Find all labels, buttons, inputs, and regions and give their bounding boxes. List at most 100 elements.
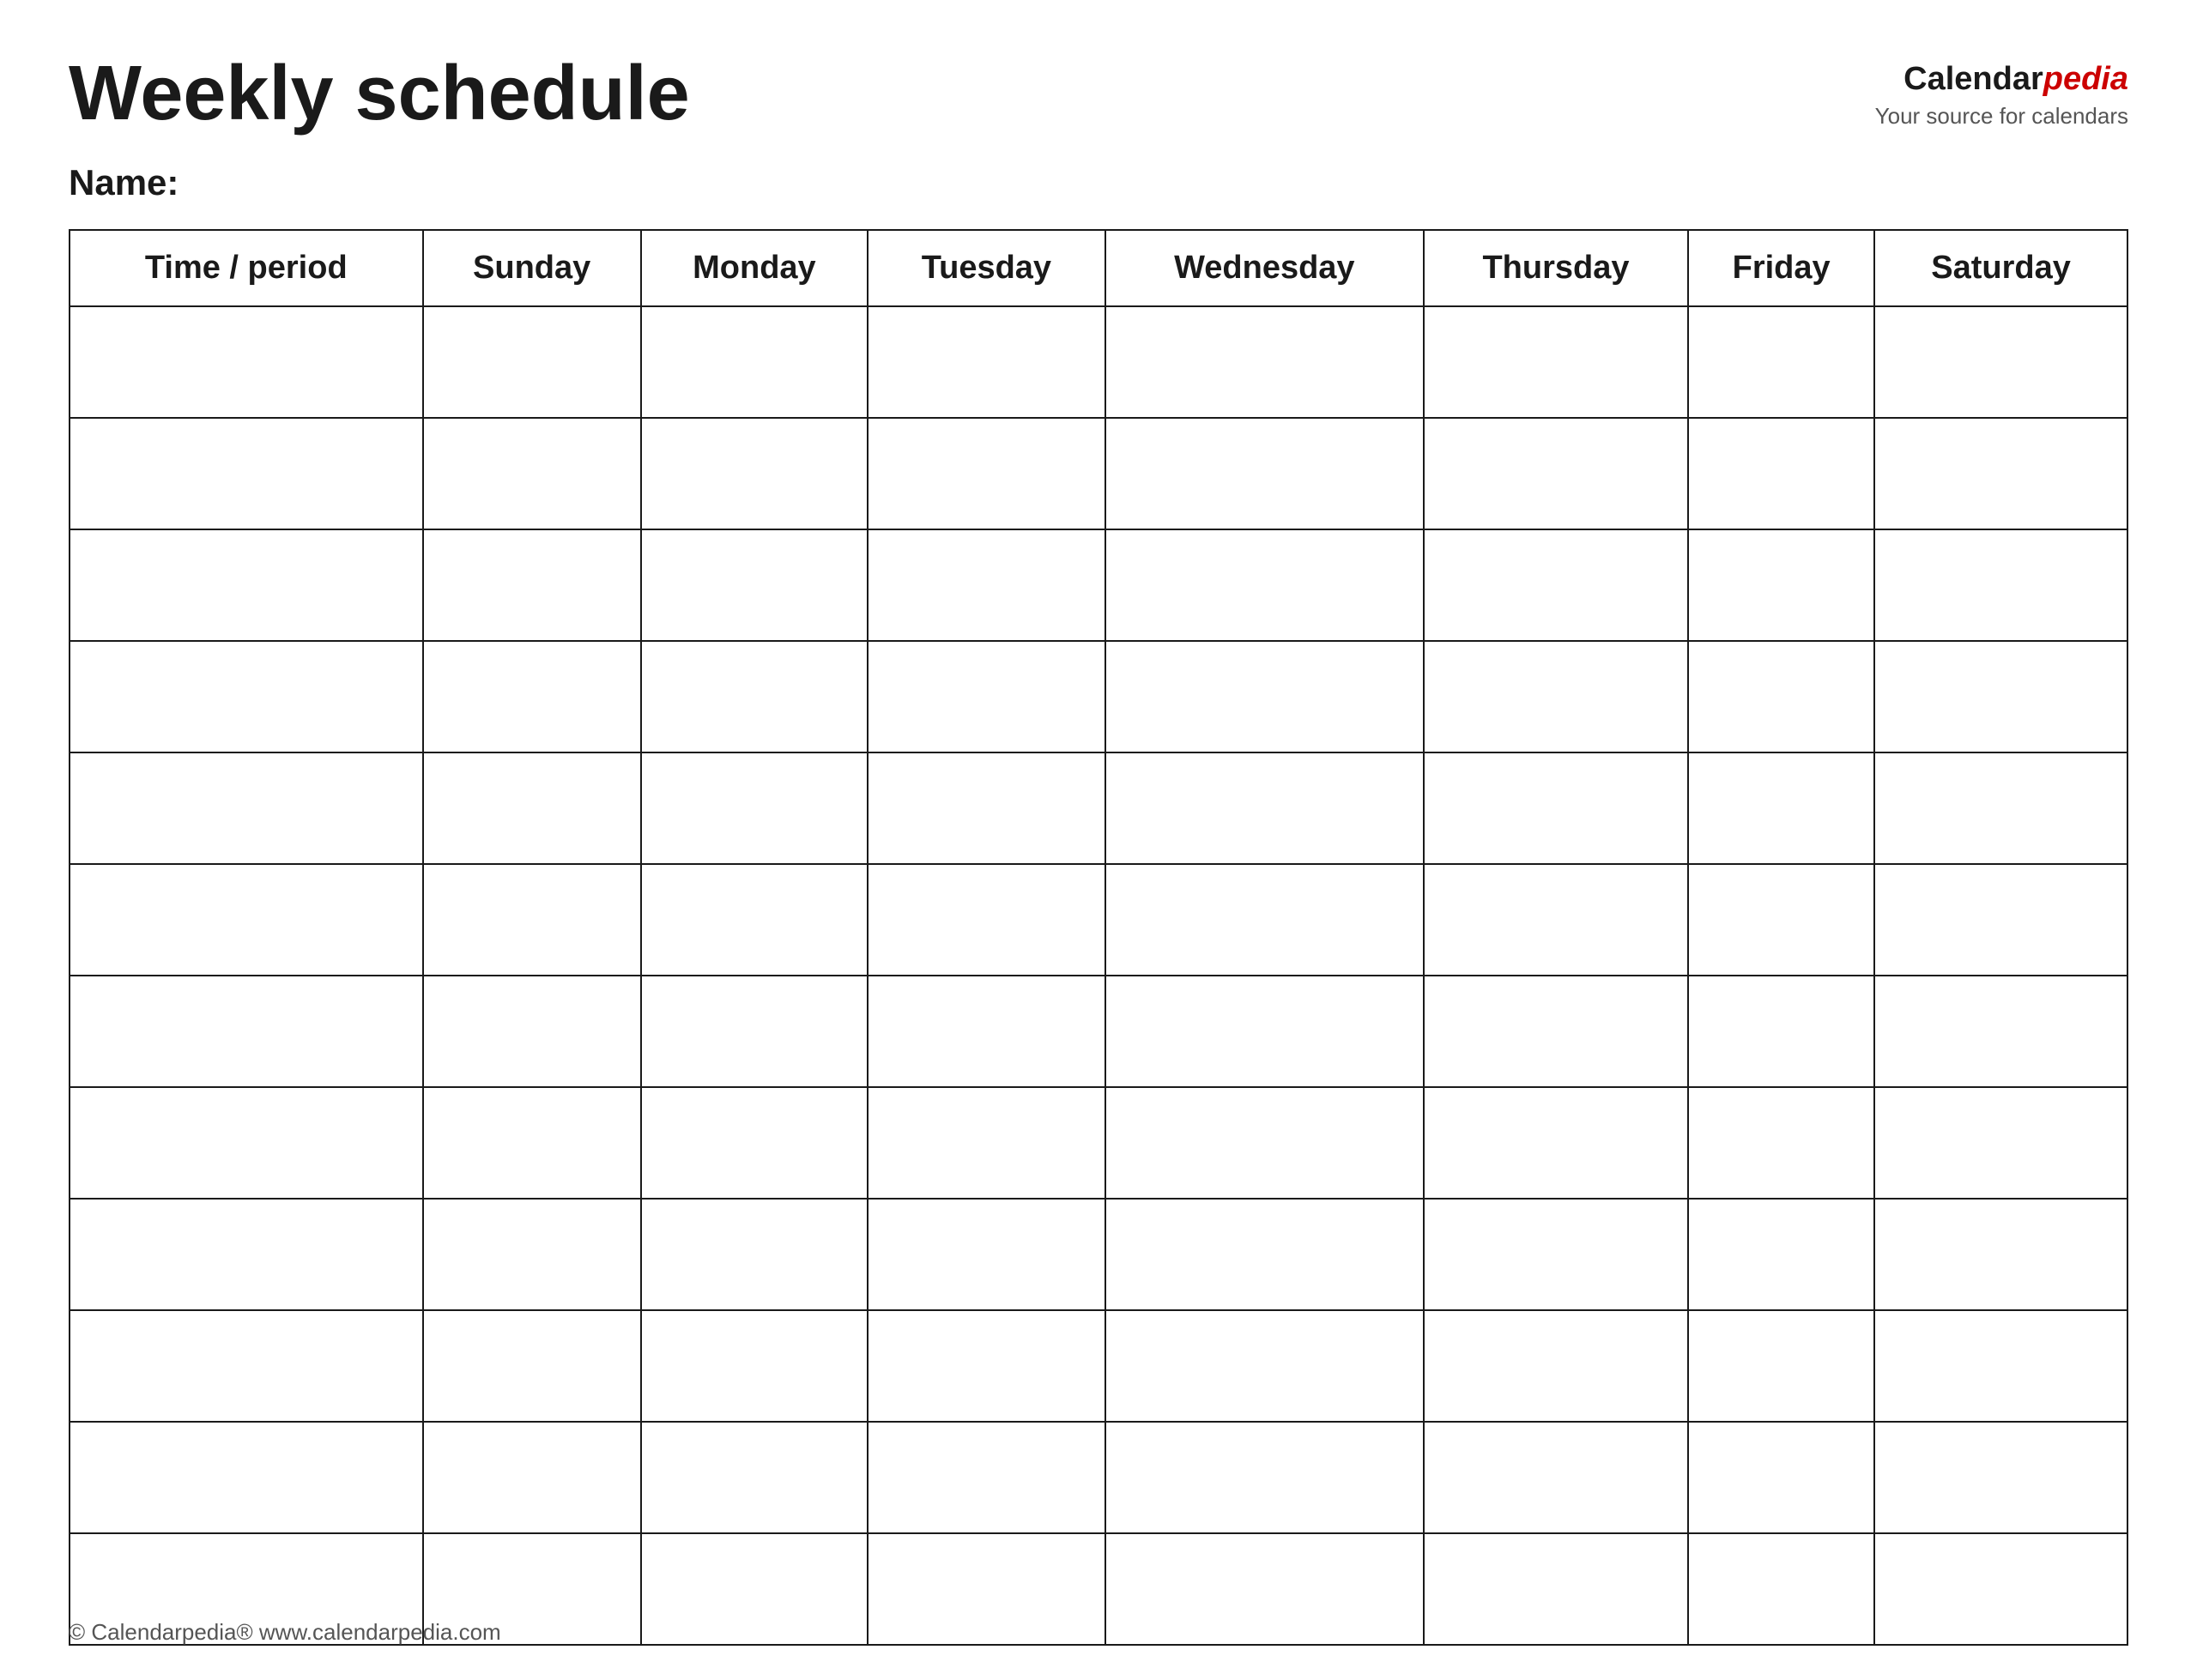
table-cell[interactable]	[641, 1422, 868, 1533]
table-cell[interactable]	[1105, 976, 1424, 1087]
table-cell[interactable]	[641, 752, 868, 864]
table-cell[interactable]	[868, 1422, 1105, 1533]
table-cell[interactable]	[1874, 752, 2127, 864]
table-cell[interactable]	[1688, 529, 1874, 641]
col-friday: Friday	[1688, 230, 1874, 306]
table-cell[interactable]	[1874, 529, 2127, 641]
table-cell[interactable]	[868, 529, 1105, 641]
table-cell[interactable]	[423, 752, 641, 864]
table-cell[interactable]	[641, 306, 868, 418]
table-cell[interactable]	[423, 1310, 641, 1422]
table-cell[interactable]	[70, 641, 423, 752]
table-cell[interactable]	[1105, 1422, 1424, 1533]
table-cell[interactable]	[1424, 1533, 1688, 1645]
table-cell[interactable]	[1688, 1310, 1874, 1422]
col-saturday: Saturday	[1874, 230, 2127, 306]
table-cell[interactable]	[868, 641, 1105, 752]
table-cell[interactable]	[1688, 1087, 1874, 1199]
table-cell[interactable]	[1688, 306, 1874, 418]
table-cell[interactable]	[423, 1087, 641, 1199]
table-cell[interactable]	[1874, 306, 2127, 418]
table-cell[interactable]	[70, 1199, 423, 1310]
table-cell[interactable]	[1105, 864, 1424, 976]
table-cell[interactable]	[641, 976, 868, 1087]
table-cell[interactable]	[70, 418, 423, 529]
table-cell[interactable]	[1424, 641, 1688, 752]
table-cell[interactable]	[70, 864, 423, 976]
table-cell[interactable]	[641, 1199, 868, 1310]
table-cell[interactable]	[1874, 1310, 2127, 1422]
table-cell[interactable]	[1105, 1199, 1424, 1310]
table-cell[interactable]	[1424, 1199, 1688, 1310]
table-cell[interactable]	[641, 1310, 868, 1422]
table-cell[interactable]	[1874, 976, 2127, 1087]
table-cell[interactable]	[1424, 752, 1688, 864]
col-monday: Monday	[641, 230, 868, 306]
table-cell[interactable]	[70, 306, 423, 418]
table-cell[interactable]	[1424, 1087, 1688, 1199]
table-cell[interactable]	[641, 1533, 868, 1645]
table-cell[interactable]	[423, 1199, 641, 1310]
table-cell[interactable]	[1688, 641, 1874, 752]
table-cell[interactable]	[1874, 864, 2127, 976]
table-cell[interactable]	[1105, 752, 1424, 864]
table-cell[interactable]	[1105, 1310, 1424, 1422]
table-cell[interactable]	[1105, 418, 1424, 529]
table-cell[interactable]	[1424, 1310, 1688, 1422]
table-cell[interactable]	[1424, 306, 1688, 418]
schedule-table: Time / period Sunday Monday Tuesday Wedn…	[69, 229, 2128, 1646]
table-cell[interactable]	[70, 1422, 423, 1533]
table-cell[interactable]	[1874, 418, 2127, 529]
page-title: Weekly schedule	[69, 51, 690, 136]
table-cell[interactable]	[1424, 1422, 1688, 1533]
table-cell[interactable]	[70, 976, 423, 1087]
table-cell[interactable]	[423, 976, 641, 1087]
table-cell[interactable]	[1424, 529, 1688, 641]
table-cell[interactable]	[1688, 864, 1874, 976]
table-cell[interactable]	[1105, 306, 1424, 418]
table-cell[interactable]	[1688, 752, 1874, 864]
table-cell[interactable]	[1688, 976, 1874, 1087]
table-cell[interactable]	[868, 306, 1105, 418]
table-cell[interactable]	[868, 752, 1105, 864]
table-cell[interactable]	[423, 864, 641, 976]
table-cell[interactable]	[1874, 1422, 2127, 1533]
table-cell[interactable]	[423, 306, 641, 418]
table-cell[interactable]	[1105, 529, 1424, 641]
table-cell[interactable]	[1688, 1533, 1874, 1645]
table-cell[interactable]	[641, 1087, 868, 1199]
table-cell[interactable]	[1424, 418, 1688, 529]
table-cell[interactable]	[1105, 641, 1424, 752]
table-cell[interactable]	[1874, 1087, 2127, 1199]
table-cell[interactable]	[641, 418, 868, 529]
table-cell[interactable]	[1874, 641, 2127, 752]
table-cell[interactable]	[1688, 418, 1874, 529]
table-cell[interactable]	[868, 1533, 1105, 1645]
table-cell[interactable]	[868, 976, 1105, 1087]
table-cell[interactable]	[1688, 1422, 1874, 1533]
table-cell[interactable]	[423, 529, 641, 641]
table-row	[70, 306, 2127, 418]
table-cell[interactable]	[641, 529, 868, 641]
table-cell[interactable]	[1105, 1533, 1424, 1645]
table-cell[interactable]	[868, 1199, 1105, 1310]
table-cell[interactable]	[423, 418, 641, 529]
table-cell[interactable]	[868, 1087, 1105, 1199]
table-cell[interactable]	[868, 1310, 1105, 1422]
table-cell[interactable]	[423, 1422, 641, 1533]
table-cell[interactable]	[70, 752, 423, 864]
table-cell[interactable]	[868, 418, 1105, 529]
table-cell[interactable]	[1424, 864, 1688, 976]
table-cell[interactable]	[70, 529, 423, 641]
table-cell[interactable]	[423, 641, 641, 752]
table-cell[interactable]	[70, 1310, 423, 1422]
table-cell[interactable]	[1688, 1199, 1874, 1310]
table-cell[interactable]	[1874, 1199, 2127, 1310]
table-cell[interactable]	[641, 641, 868, 752]
table-cell[interactable]	[641, 864, 868, 976]
table-cell[interactable]	[868, 864, 1105, 976]
table-cell[interactable]	[1105, 1087, 1424, 1199]
table-cell[interactable]	[1424, 976, 1688, 1087]
table-cell[interactable]	[70, 1087, 423, 1199]
table-cell[interactable]	[1874, 1533, 2127, 1645]
